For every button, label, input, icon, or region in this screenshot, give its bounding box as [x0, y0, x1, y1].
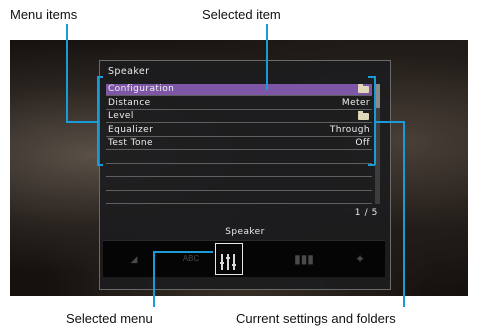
page-indicator: 1 / 5	[354, 208, 378, 218]
panel-title: Speaker	[108, 66, 150, 77]
screen-background: Speaker Configuration Distance Meter Lev…	[10, 40, 468, 296]
menu-row-configuration[interactable]: Configuration	[106, 84, 372, 96]
callout-line	[66, 121, 98, 123]
callout-selected-menu: Selected menu	[66, 311, 153, 326]
menu-row-label: Test Tone	[108, 138, 153, 148]
dsp-menu-icon[interactable]: ✦	[347, 247, 373, 271]
speaker-menu-icon[interactable]: ◢	[121, 247, 147, 271]
speaker-menu-panel: Speaker Configuration Distance Meter Lev…	[99, 60, 391, 290]
callout-line	[97, 76, 103, 78]
menu-icon-bar: ◢ ABC ▮▮▮ ✦	[103, 240, 385, 277]
callout-line	[403, 121, 405, 307]
speaker-eq-menu-icon[interactable]	[215, 243, 243, 275]
callout-line	[97, 164, 103, 166]
menu-row-value: Meter	[341, 97, 370, 108]
folder-icon	[358, 111, 369, 120]
callout-selected-item: Selected item	[202, 7, 281, 22]
callout-line	[374, 121, 404, 123]
menu-row-label: Distance	[108, 97, 151, 108]
menu-row-test-tone[interactable]: Test Tone Off	[106, 138, 372, 150]
callout-line	[66, 24, 68, 122]
callout-line	[368, 76, 375, 78]
folder-icon	[358, 84, 369, 93]
menu-row-label: Configuration	[108, 84, 175, 94]
callout-line	[153, 251, 213, 253]
callout-menu-items: Menu items	[10, 7, 78, 22]
callout-line	[266, 24, 268, 90]
menu-row-level[interactable]: Level	[106, 111, 372, 123]
menu-list: Configuration Distance Meter Level Equal…	[106, 84, 372, 206]
menu-row-value: Through	[329, 124, 370, 135]
menu-row-empty	[106, 192, 372, 204]
scrollbar-thumb[interactable]	[375, 84, 380, 108]
menu-row-empty	[106, 179, 372, 191]
callout-line	[153, 251, 155, 307]
menu-row-label: Level	[108, 111, 134, 121]
menu-row-empty	[106, 152, 372, 164]
selected-menu-label: Speaker	[225, 227, 265, 237]
callout-line	[97, 76, 99, 165]
menu-row-equalizer[interactable]: Equalizer Through	[106, 125, 372, 137]
list-scrollbar[interactable]	[375, 84, 380, 204]
menu-row-empty	[106, 165, 372, 177]
menu-row-label: Equalizer	[108, 124, 154, 135]
menu-row-distance[interactable]: Distance Meter	[106, 98, 372, 110]
bars-menu-icon[interactable]: ▮▮▮	[291, 247, 317, 271]
callout-line	[368, 164, 375, 166]
menu-row-value: Off	[355, 138, 370, 148]
callout-current-settings: Current settings and folders	[236, 311, 396, 326]
abc-menu-text: ABC	[182, 254, 200, 263]
